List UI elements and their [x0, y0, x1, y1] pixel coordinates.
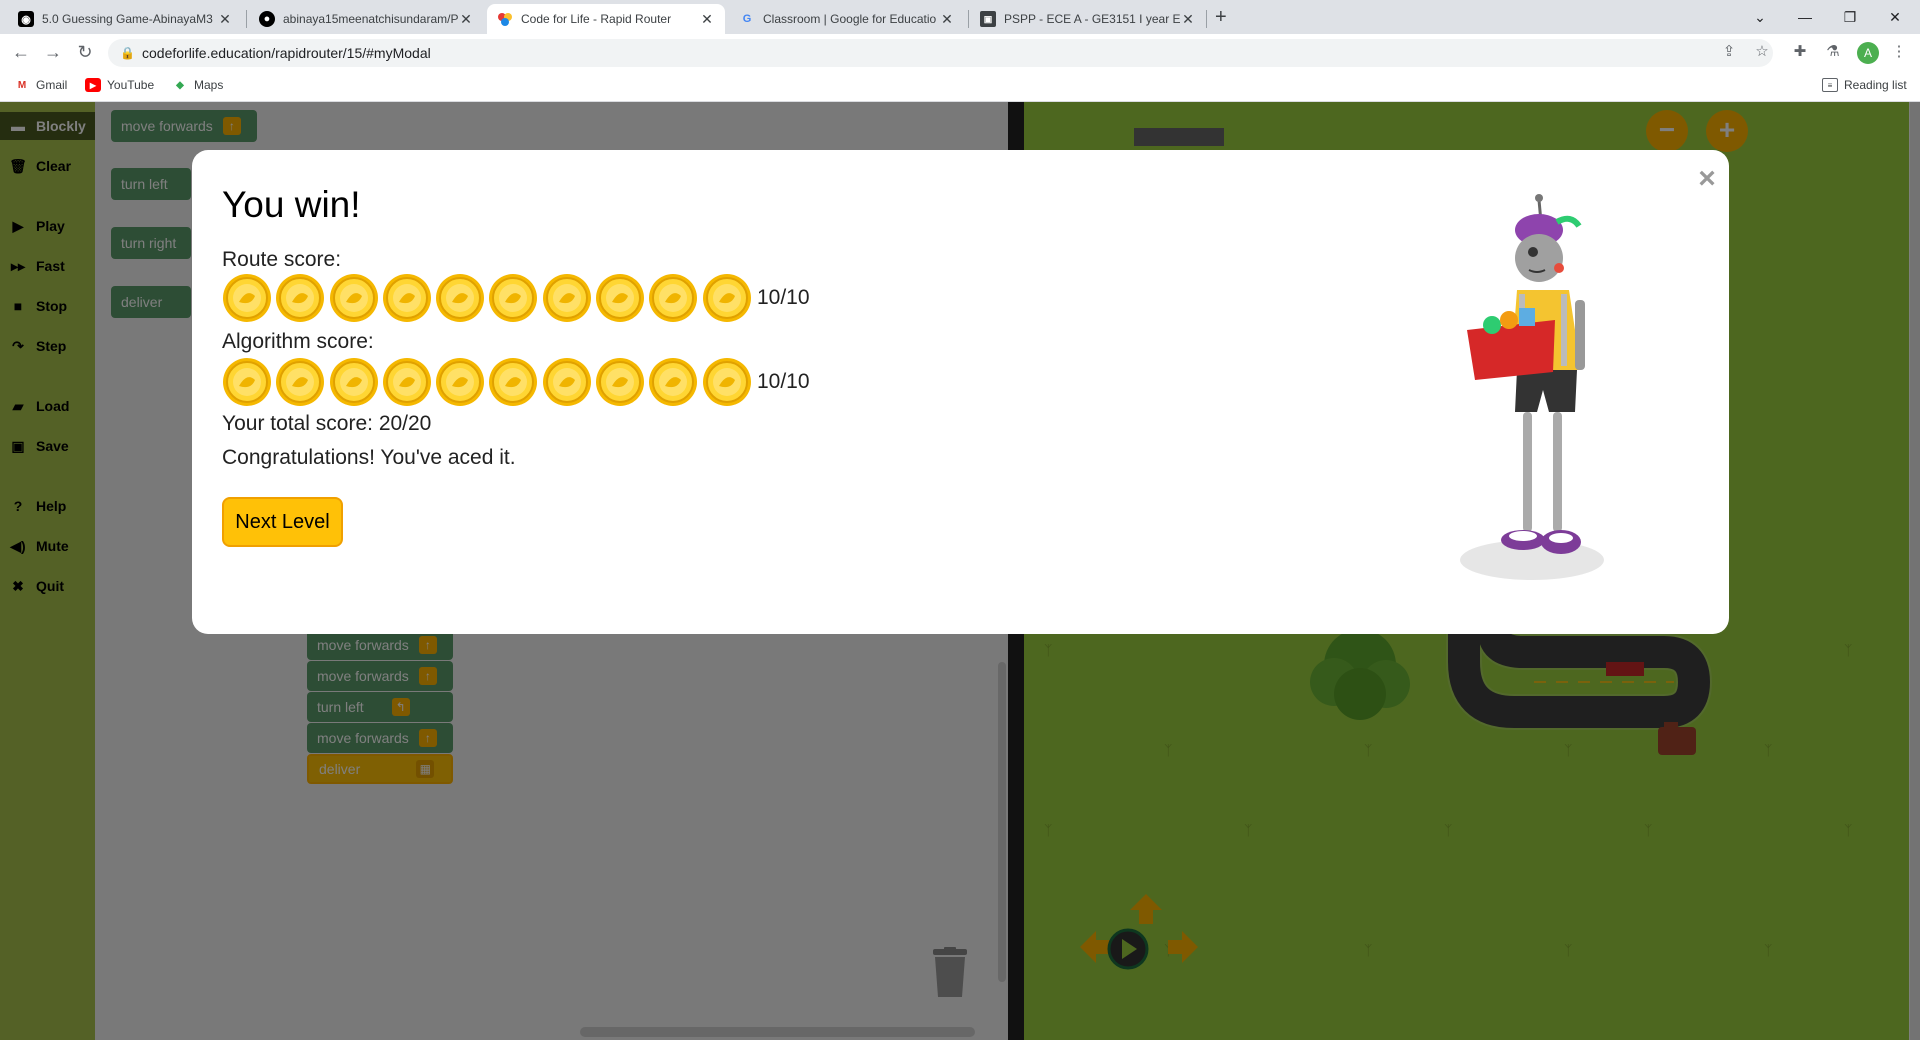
congratulations-message: Congratulations! You've aced it. [222, 446, 516, 469]
gmail-icon: M [17, 79, 27, 91]
gold-coin-icon [649, 274, 698, 322]
bookmark-maps[interactable]: ◆ Maps [172, 78, 223, 92]
lock-icon: 🔒 [120, 46, 135, 60]
bookmark-gmail[interactable]: M Gmail [14, 78, 68, 92]
algorithm-score-coins: 10/10 [222, 358, 810, 406]
route-score-coins: 10/10 [222, 274, 810, 322]
bookmark-label: Maps [194, 78, 224, 92]
modal-title: You win! [222, 184, 361, 225]
gold-coin-icon [542, 274, 591, 322]
gold-coin-icon [436, 274, 485, 322]
close-tab-icon[interactable]: ✕ [939, 11, 955, 28]
extensions-icon[interactable]: ✚ [1789, 42, 1811, 60]
tab-guessing-game[interactable]: ◉ 5.0 Guessing Game-AbinayaM3 ✕ [8, 4, 243, 34]
new-tab-icon[interactable]: + [1215, 6, 1227, 29]
google-icon: G [742, 13, 752, 25]
gold-coin-icon [436, 358, 485, 406]
bookmark-youtube[interactable]: ▶ YouTube [85, 78, 154, 92]
gold-coin-icon [702, 358, 751, 406]
gold-coin-icon [382, 358, 431, 406]
close-window-icon[interactable]: ✕ [1875, 4, 1915, 30]
tab-title: PSPP - ECE A - GE3151 I year ECE [1004, 12, 1180, 26]
tab-title: Code for Life - Rapid Router [521, 12, 672, 26]
gold-coin-icon [542, 358, 591, 406]
gold-coin-icon [329, 274, 378, 322]
replit-icon: ◉ [18, 11, 34, 27]
youtube-icon: ▶ [85, 78, 101, 92]
close-tab-icon[interactable]: ✕ [458, 11, 474, 28]
reload-icon[interactable]: ↻ [73, 40, 97, 64]
reading-list[interactable]: ≡ Reading list [1822, 78, 1907, 92]
tab-rapid-router[interactable]: Code for Life - Rapid Router ✕ [487, 4, 725, 34]
route-score-label: Route score: [222, 248, 342, 271]
tab-separator [968, 10, 969, 28]
gold-coin-icon [489, 274, 538, 322]
reading-list-label: Reading list [1844, 78, 1907, 92]
maps-icon: ◆ [176, 79, 184, 91]
close-icon[interactable]: × [1692, 162, 1722, 196]
gold-coin-icon [596, 358, 645, 406]
bookmark-label: Gmail [36, 78, 68, 92]
avatar[interactable]: A [1857, 42, 1879, 64]
share-icon[interactable]: ⇪ [1718, 42, 1740, 60]
algorithm-score-label: Algorithm score: [222, 330, 374, 353]
gold-coin-icon [223, 274, 271, 322]
win-modal: × You win! Route score: 10/10 Algorithm … [192, 150, 1729, 634]
menu-icon[interactable]: ⋮ [1888, 42, 1910, 60]
gold-coin-icon [702, 274, 751, 322]
labs-icon[interactable]: ⚗ [1822, 42, 1844, 60]
close-tab-icon[interactable]: ✕ [699, 11, 715, 28]
robot-courier-illustration [1460, 194, 1604, 580]
minimize-icon[interactable]: — [1785, 4, 1825, 30]
bookmark-star-icon[interactable]: ☆ [1751, 42, 1773, 60]
github-icon: ● [259, 11, 275, 27]
tab-title: abinaya15meenatchisundaram/P [283, 12, 458, 26]
algorithm-score-value: 10/10 [756, 370, 810, 393]
tab-title: 5.0 Guessing Game-AbinayaM3 [42, 12, 213, 26]
bookmarks-bar: M Gmail ▶ YouTube ◆ Maps ≡ Reading list [0, 70, 1920, 102]
back-icon[interactable]: ← [9, 40, 33, 64]
tab-separator [1206, 10, 1207, 28]
restore-icon[interactable]: ❐ [1830, 4, 1870, 30]
gold-coin-icon [276, 274, 325, 322]
codeforlife-icon [497, 11, 513, 27]
tab-separator [246, 10, 247, 28]
browser-toolbar: ← → ↻ 🔒 codeforlife.education/rapidroute… [0, 34, 1920, 70]
total-score: Your total score: 20/20 [222, 412, 432, 435]
tab-strip: ◉ 5.0 Guessing Game-AbinayaM3 ✕ ● abinay… [0, 0, 1920, 34]
tab-classroom[interactable]: G Classroom | Google for Educatio ✕ [729, 4, 965, 34]
next-level-button[interactable]: Next Level [222, 497, 343, 547]
gold-coin-icon [223, 358, 271, 406]
bookmark-label: YouTube [107, 78, 155, 92]
tab-pspp[interactable]: ▣ PSPP - ECE A - GE3151 I year ECE ✕ [970, 4, 1206, 34]
route-score-value: 10/10 [756, 286, 810, 309]
tab-github[interactable]: ● abinaya15meenatchisundaram/P ✕ [249, 4, 484, 34]
address-bar[interactable]: 🔒 codeforlife.education/rapidrouter/15/#… [108, 39, 1773, 67]
gold-coin-icon [596, 274, 645, 322]
forward-icon[interactable]: → [41, 40, 65, 64]
gold-coin-icon [649, 358, 698, 406]
close-tab-icon[interactable]: ✕ [217, 11, 233, 28]
reading-list-icon: ≡ [1822, 78, 1838, 92]
tab-title: Classroom | Google for Educatio [763, 12, 937, 26]
close-tab-icon[interactable]: ✕ [1180, 11, 1196, 28]
classroom-icon: ▣ [980, 11, 996, 27]
url-text: codeforlife.education/rapidrouter/15/#my… [142, 45, 431, 61]
tab-search-icon[interactable]: ⌄ [1740, 4, 1780, 30]
gold-coin-icon [489, 358, 538, 406]
gold-coin-icon [329, 358, 378, 406]
gold-coin-icon [382, 274, 431, 322]
gold-coin-icon [276, 358, 325, 406]
